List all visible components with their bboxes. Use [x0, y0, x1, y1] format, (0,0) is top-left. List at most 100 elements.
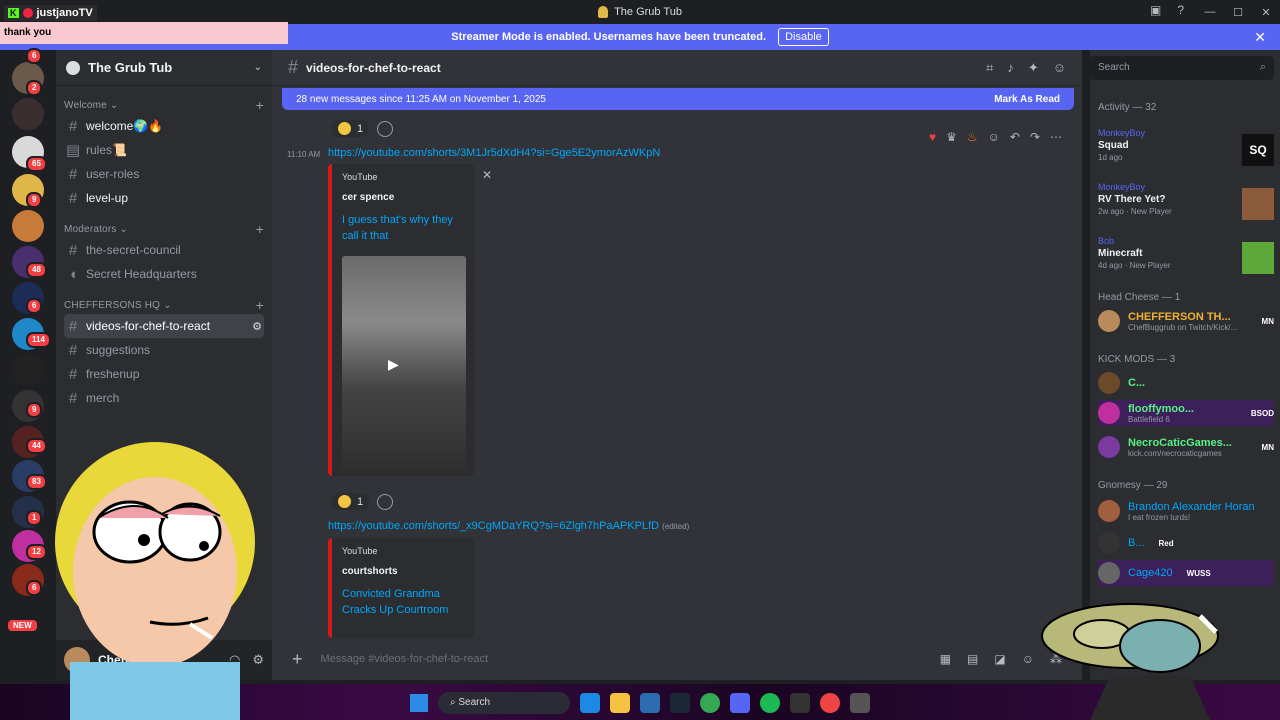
grimace-emoji-icon	[338, 122, 351, 135]
channel-secret-council[interactable]: # the-secret-council	[64, 238, 264, 262]
channel-label: level-up	[86, 191, 129, 205]
search-input[interactable]: Search ⌕	[1090, 56, 1274, 80]
channel-merch[interactable]: # merch	[64, 386, 264, 410]
embed-author[interactable]: cer spence	[342, 192, 464, 203]
member-panel: Search ⌕ Activity — 32 MonkeyBoy Squad 1…	[1090, 50, 1280, 680]
emoji-icon[interactable]: ☺	[1022, 652, 1034, 666]
gift-icon[interactable]: ▦	[940, 652, 951, 666]
forward-icon[interactable]: ↷	[1030, 130, 1040, 144]
message-link-2[interactable]: https://youtube.com/shorts/_x9CgMDaYRQ?s…	[328, 520, 689, 532]
member-item[interactable]: Cage420 WUSS	[1098, 560, 1274, 586]
embed-title[interactable]: I guess that's why they call it that	[342, 212, 464, 244]
member-item[interactable]: B... Red	[1098, 530, 1274, 556]
reaction-chip[interactable]: 1	[332, 120, 370, 137]
bell-icon[interactable]: ♪	[1007, 60, 1014, 76]
store-icon[interactable]	[640, 693, 660, 713]
gif-icon[interactable]: ▤	[967, 652, 978, 666]
message-link[interactable]: https://youtube.com/shorts/3M1Jr5dXdH4?s…	[328, 147, 660, 159]
maximize-button[interactable]: ☐	[1224, 6, 1252, 19]
remove-embed-icon[interactable]: ✕	[482, 168, 492, 182]
activity-header[interactable]: Activity — 32	[1098, 102, 1156, 113]
terminal-icon[interactable]	[790, 693, 810, 713]
taskbar-search[interactable]: ⌕ Search	[438, 692, 570, 714]
channel-level-up[interactable]: # level-up	[64, 186, 264, 210]
category-welcome[interactable]: Welcome ⌄ +	[56, 96, 272, 114]
avatar	[1098, 372, 1120, 394]
threads-icon[interactable]: ⌗	[986, 60, 993, 76]
minimize-button[interactable]: —	[1196, 6, 1224, 18]
hash-icon: #	[288, 57, 299, 77]
play-icon[interactable]: ▶	[388, 356, 399, 373]
copilot-icon[interactable]	[580, 693, 600, 713]
add-channel-icon[interactable]: +	[256, 297, 264, 313]
reaction-chip[interactable]: 1	[332, 493, 370, 510]
activity-item[interactable]: MonkeyBoy RV There Yet? 2w ago · New Pla…	[1098, 182, 1274, 228]
upload-plus-icon[interactable]: +	[292, 649, 303, 670]
embed-title[interactable]: Convicted Grandma Cracks Up Courtroom	[342, 586, 464, 618]
heart-reaction-icon[interactable]: ♥	[929, 130, 936, 144]
reaction-count: 1	[357, 495, 364, 508]
channel-label: merch	[86, 391, 120, 405]
member-item[interactable]: NecroCaticGames... kick.com/necrocaticga…	[1098, 434, 1274, 460]
close-banner-icon[interactable]: ✕	[1254, 29, 1266, 46]
new-messages-bar[interactable]: 28 new messages since 11:25 AM on Novemb…	[282, 88, 1074, 110]
steam-icon[interactable]	[670, 693, 690, 713]
search-icon: ⌕	[1259, 61, 1266, 73]
spotify-icon[interactable]	[760, 693, 780, 713]
more-options-icon[interactable]: ⋯	[1050, 130, 1062, 144]
member-item[interactable]: Brandon Alexander Horan I eat frozen tur…	[1098, 498, 1274, 524]
channel-secret-hq[interactable]: ◖ Secret Headquarters	[64, 262, 264, 286]
category-moderators[interactable]: Moderators ⌄ +	[56, 220, 272, 238]
inbox-icon[interactable]: ▣	[1150, 3, 1161, 17]
add-reaction-icon[interactable]	[377, 493, 394, 510]
mark-as-read-button[interactable]: Mark As Read	[994, 94, 1060, 105]
channel-videos-for-chef[interactable]: # videos-for-chef-to-react ⚙	[64, 314, 264, 338]
add-reaction-icon[interactable]: ☺	[988, 130, 1000, 144]
unread-badge: 48	[26, 262, 47, 278]
channel-settings-icon[interactable]: ⚙	[252, 320, 262, 333]
reply-icon[interactable]: ↶	[1010, 130, 1020, 144]
discord-icon[interactable]	[730, 693, 750, 713]
frog-character-overlay	[1041, 603, 1219, 720]
server-header[interactable]: The Grub Tub ⌄	[56, 50, 272, 86]
stream-channel-name: justjanoTV	[36, 7, 93, 19]
activity-item[interactable]: MonkeyBoy Squad 1d ago SQ	[1098, 128, 1274, 174]
channel-freshenup[interactable]: # freshenup	[64, 362, 264, 386]
game-art: SQ	[1242, 134, 1274, 166]
settings-icon[interactable]	[850, 693, 870, 713]
file-explorer-icon[interactable]	[610, 693, 630, 713]
title-tools: ▣ ?	[1150, 3, 1184, 17]
trophy-reaction-icon[interactable]: ♛	[946, 130, 957, 144]
pin-icon[interactable]: ✦	[1028, 60, 1039, 76]
video-thumbnail[interactable]: ▶	[342, 256, 466, 476]
speaker-icon: ◖	[68, 265, 78, 283]
member-item[interactable]: flooffymoo... Battlefield 6 BSOD	[1098, 400, 1274, 426]
channel-suggestions[interactable]: # suggestions	[64, 338, 264, 362]
member-item[interactable]: C...	[1098, 370, 1274, 396]
message-input[interactable]: Message #videos-for-chef-to-react	[321, 653, 489, 665]
add-channel-icon[interactable]: +	[256, 221, 264, 237]
channel-welcome[interactable]: # welcome🌍🔥	[64, 114, 264, 138]
member-list-icon[interactable]: ☺	[1053, 60, 1066, 76]
add-reaction-icon[interactable]	[377, 120, 394, 137]
channel-rules[interactable]: ▤ rules📜	[64, 138, 264, 162]
close-window-button[interactable]: ✕	[1252, 6, 1280, 19]
member-item[interactable]: CHEFFERSON TH... ChefBuggrub on Twitch/K…	[1098, 308, 1274, 334]
new-servers-badge[interactable]: NEW	[8, 620, 37, 631]
activity-item[interactable]: Bob Minecraft 4d ago · New Player	[1098, 236, 1274, 282]
add-channel-icon[interactable]: +	[256, 97, 264, 113]
fire-reaction-icon[interactable]: ♨	[967, 130, 978, 144]
help-icon[interactable]: ?	[1177, 3, 1184, 17]
channel-user-roles[interactable]: # user-roles	[64, 162, 264, 186]
embed-author[interactable]: courtshorts	[342, 566, 464, 577]
browser-icon[interactable]	[820, 693, 840, 713]
chrome-icon[interactable]	[700, 693, 720, 713]
link-text[interactable]: https://youtube.com/shorts/_x9CgMDaYRQ?s…	[328, 520, 659, 532]
disable-streamer-mode-button[interactable]: Disable	[778, 28, 829, 46]
server-icon-5[interactable]	[12, 210, 44, 242]
category-chefferson-hq[interactable]: CHEFFERSONS HQ ⌄ +	[56, 296, 272, 314]
sticker-icon[interactable]: ◪	[994, 652, 1005, 666]
server-icon-2[interactable]	[12, 98, 44, 130]
server-icon-9[interactable]	[12, 354, 44, 386]
windows-start-icon[interactable]	[410, 694, 428, 712]
